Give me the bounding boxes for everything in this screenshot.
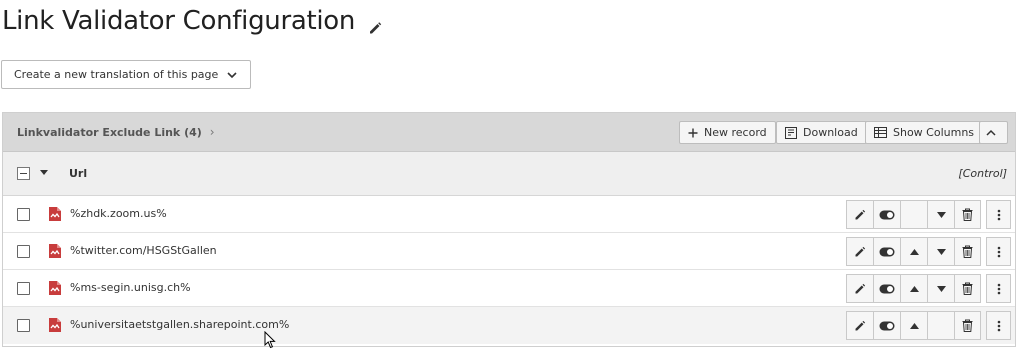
- translation-select-label: Create a new translation of this page: [14, 68, 219, 81]
- download-icon: [785, 126, 797, 139]
- row-checkbox[interactable]: [17, 319, 30, 332]
- more-options-icon[interactable]: [986, 237, 1011, 266]
- select-all-checkbox[interactable]: [17, 167, 30, 180]
- record-icon[interactable]: [48, 317, 62, 333]
- more-options-icon[interactable]: [986, 200, 1011, 229]
- record-icon[interactable]: [48, 243, 62, 259]
- toggle-visibility-icon[interactable]: [873, 237, 900, 266]
- row-url[interactable]: %twitter.com/HSGStGallen: [70, 244, 217, 257]
- record-list-panel: Linkvalidator Exclude Link (4) › New rec…: [2, 112, 1016, 347]
- url-column-header[interactable]: Url: [69, 167, 87, 180]
- row-actions: [846, 274, 981, 303]
- record-icon[interactable]: [48, 280, 62, 296]
- row-actions: [846, 237, 981, 266]
- translation-select[interactable]: Create a new translation of this page: [1, 60, 251, 89]
- show-columns-label: Show Columns: [893, 126, 975, 139]
- mouse-cursor-icon: [264, 331, 276, 349]
- delete-icon[interactable]: [954, 237, 981, 266]
- toggle-visibility-icon[interactable]: [873, 200, 900, 229]
- columns-icon: [874, 127, 887, 138]
- edit-icon[interactable]: [846, 200, 873, 229]
- move-down-placeholder: [927, 311, 954, 340]
- row-actions: [846, 200, 981, 229]
- delete-icon[interactable]: [954, 274, 981, 303]
- panel-header: Linkvalidator Exclude Link (4) › New rec…: [3, 113, 1015, 152]
- plus-icon: [688, 128, 698, 137]
- panel-title[interactable]: Linkvalidator Exclude Link (4) ›: [17, 125, 215, 139]
- row-checkbox[interactable]: [17, 208, 30, 221]
- move-down-icon[interactable]: [927, 274, 954, 303]
- panel-title-text: Linkvalidator Exclude Link (4): [17, 125, 202, 139]
- row-actions: [846, 311, 981, 340]
- pencil-icon[interactable]: [367, 13, 383, 34]
- edit-icon[interactable]: [846, 237, 873, 266]
- toggle-visibility-icon[interactable]: [873, 274, 900, 303]
- chevron-down-icon: [227, 72, 237, 79]
- control-column-header: [Control]: [958, 167, 1007, 180]
- download-label: Download: [803, 126, 858, 139]
- toggle-visibility-icon[interactable]: [873, 311, 900, 340]
- record-icon[interactable]: [48, 206, 62, 222]
- page-title-text: Link Validator Configuration: [2, 6, 356, 36]
- new-record-label: New record: [704, 126, 767, 139]
- table-row: %universitaetstgallen.sharepoint.com%: [3, 307, 1015, 344]
- row-url[interactable]: %universitaetstgallen.sharepoint.com%: [70, 318, 289, 331]
- new-record-button[interactable]: New record: [679, 121, 776, 144]
- chevron-up-icon: [985, 129, 996, 136]
- move-up-icon[interactable]: [900, 274, 927, 303]
- row-checkbox[interactable]: [17, 245, 30, 258]
- edit-icon[interactable]: [846, 274, 873, 303]
- move-down-icon[interactable]: [927, 200, 954, 229]
- page-title: Link Validator Configuration: [2, 6, 383, 36]
- table-row: %ms-segin.unisg.ch%: [3, 270, 1015, 307]
- move-up-icon[interactable]: [900, 311, 927, 340]
- show-columns-button[interactable]: Show Columns: [865, 121, 984, 144]
- table-row: %twitter.com/HSGStGallen: [3, 233, 1015, 270]
- delete-icon[interactable]: [954, 200, 981, 229]
- move-down-icon[interactable]: [927, 237, 954, 266]
- table-row: %zhdk.zoom.us%: [3, 196, 1015, 233]
- download-button[interactable]: Download: [776, 121, 867, 144]
- more-options-icon[interactable]: [986, 274, 1011, 303]
- collapse-button[interactable]: [979, 121, 1008, 144]
- caret-down-icon[interactable]: [40, 170, 48, 175]
- edit-icon[interactable]: [846, 311, 873, 340]
- move-up-icon[interactable]: [900, 237, 927, 266]
- column-header-row: Url [Control]: [3, 152, 1015, 196]
- move-up-placeholder: [900, 200, 927, 229]
- row-url[interactable]: %zhdk.zoom.us%: [70, 207, 167, 220]
- row-url[interactable]: %ms-segin.unisg.ch%: [70, 281, 191, 294]
- delete-icon[interactable]: [954, 311, 981, 340]
- row-checkbox[interactable]: [17, 282, 30, 295]
- chevron-right-icon: ›: [209, 125, 215, 139]
- more-options-icon[interactable]: [986, 311, 1011, 340]
